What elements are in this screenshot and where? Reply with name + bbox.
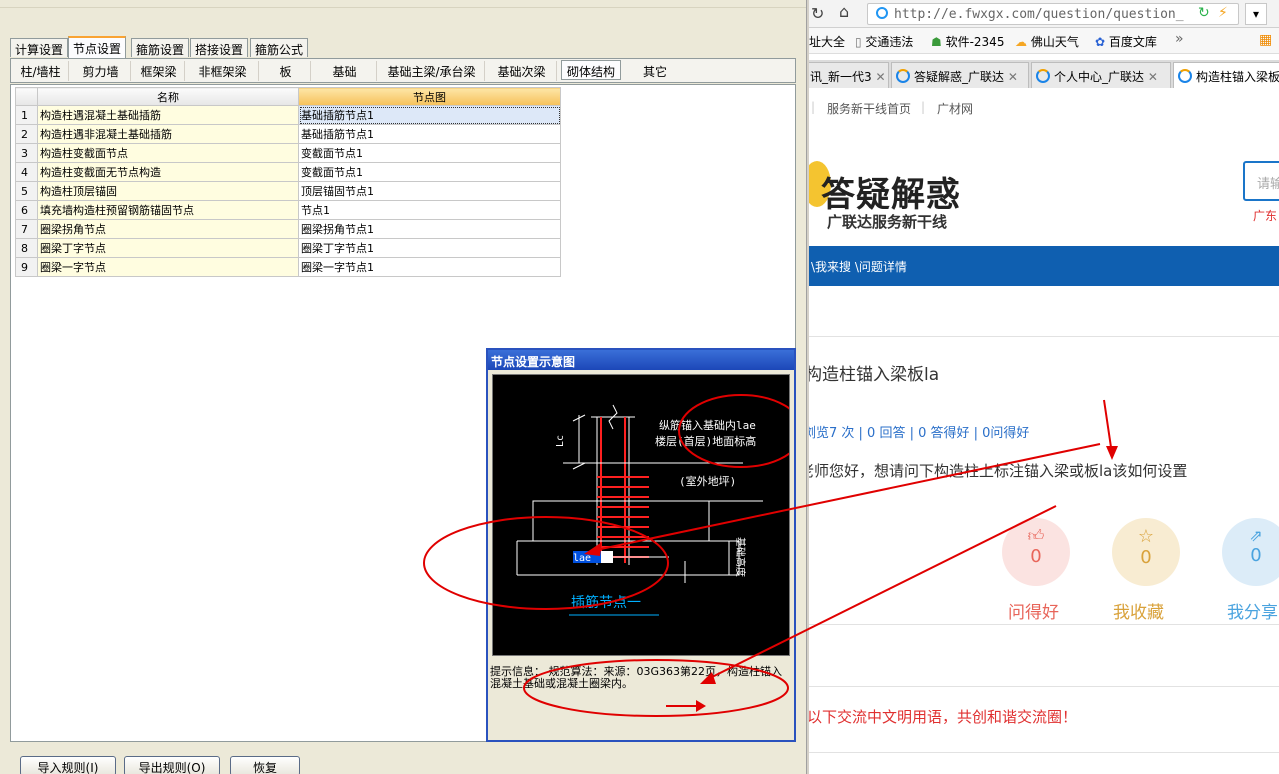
annotation-circle-tip xyxy=(523,659,789,717)
red-annotation-overlay xyxy=(423,399,1118,717)
annotation-arrow-line xyxy=(595,443,1101,551)
annotation-arrowhead xyxy=(584,542,602,556)
annotation-circle-lae xyxy=(423,516,669,610)
annotation-arrowhead xyxy=(700,672,716,684)
annotation-arrowhead xyxy=(696,700,706,712)
annotation-arrow-line xyxy=(1103,399,1113,455)
annotation-arrow-line xyxy=(705,505,1057,681)
annotation-arrowhead xyxy=(1106,446,1118,460)
